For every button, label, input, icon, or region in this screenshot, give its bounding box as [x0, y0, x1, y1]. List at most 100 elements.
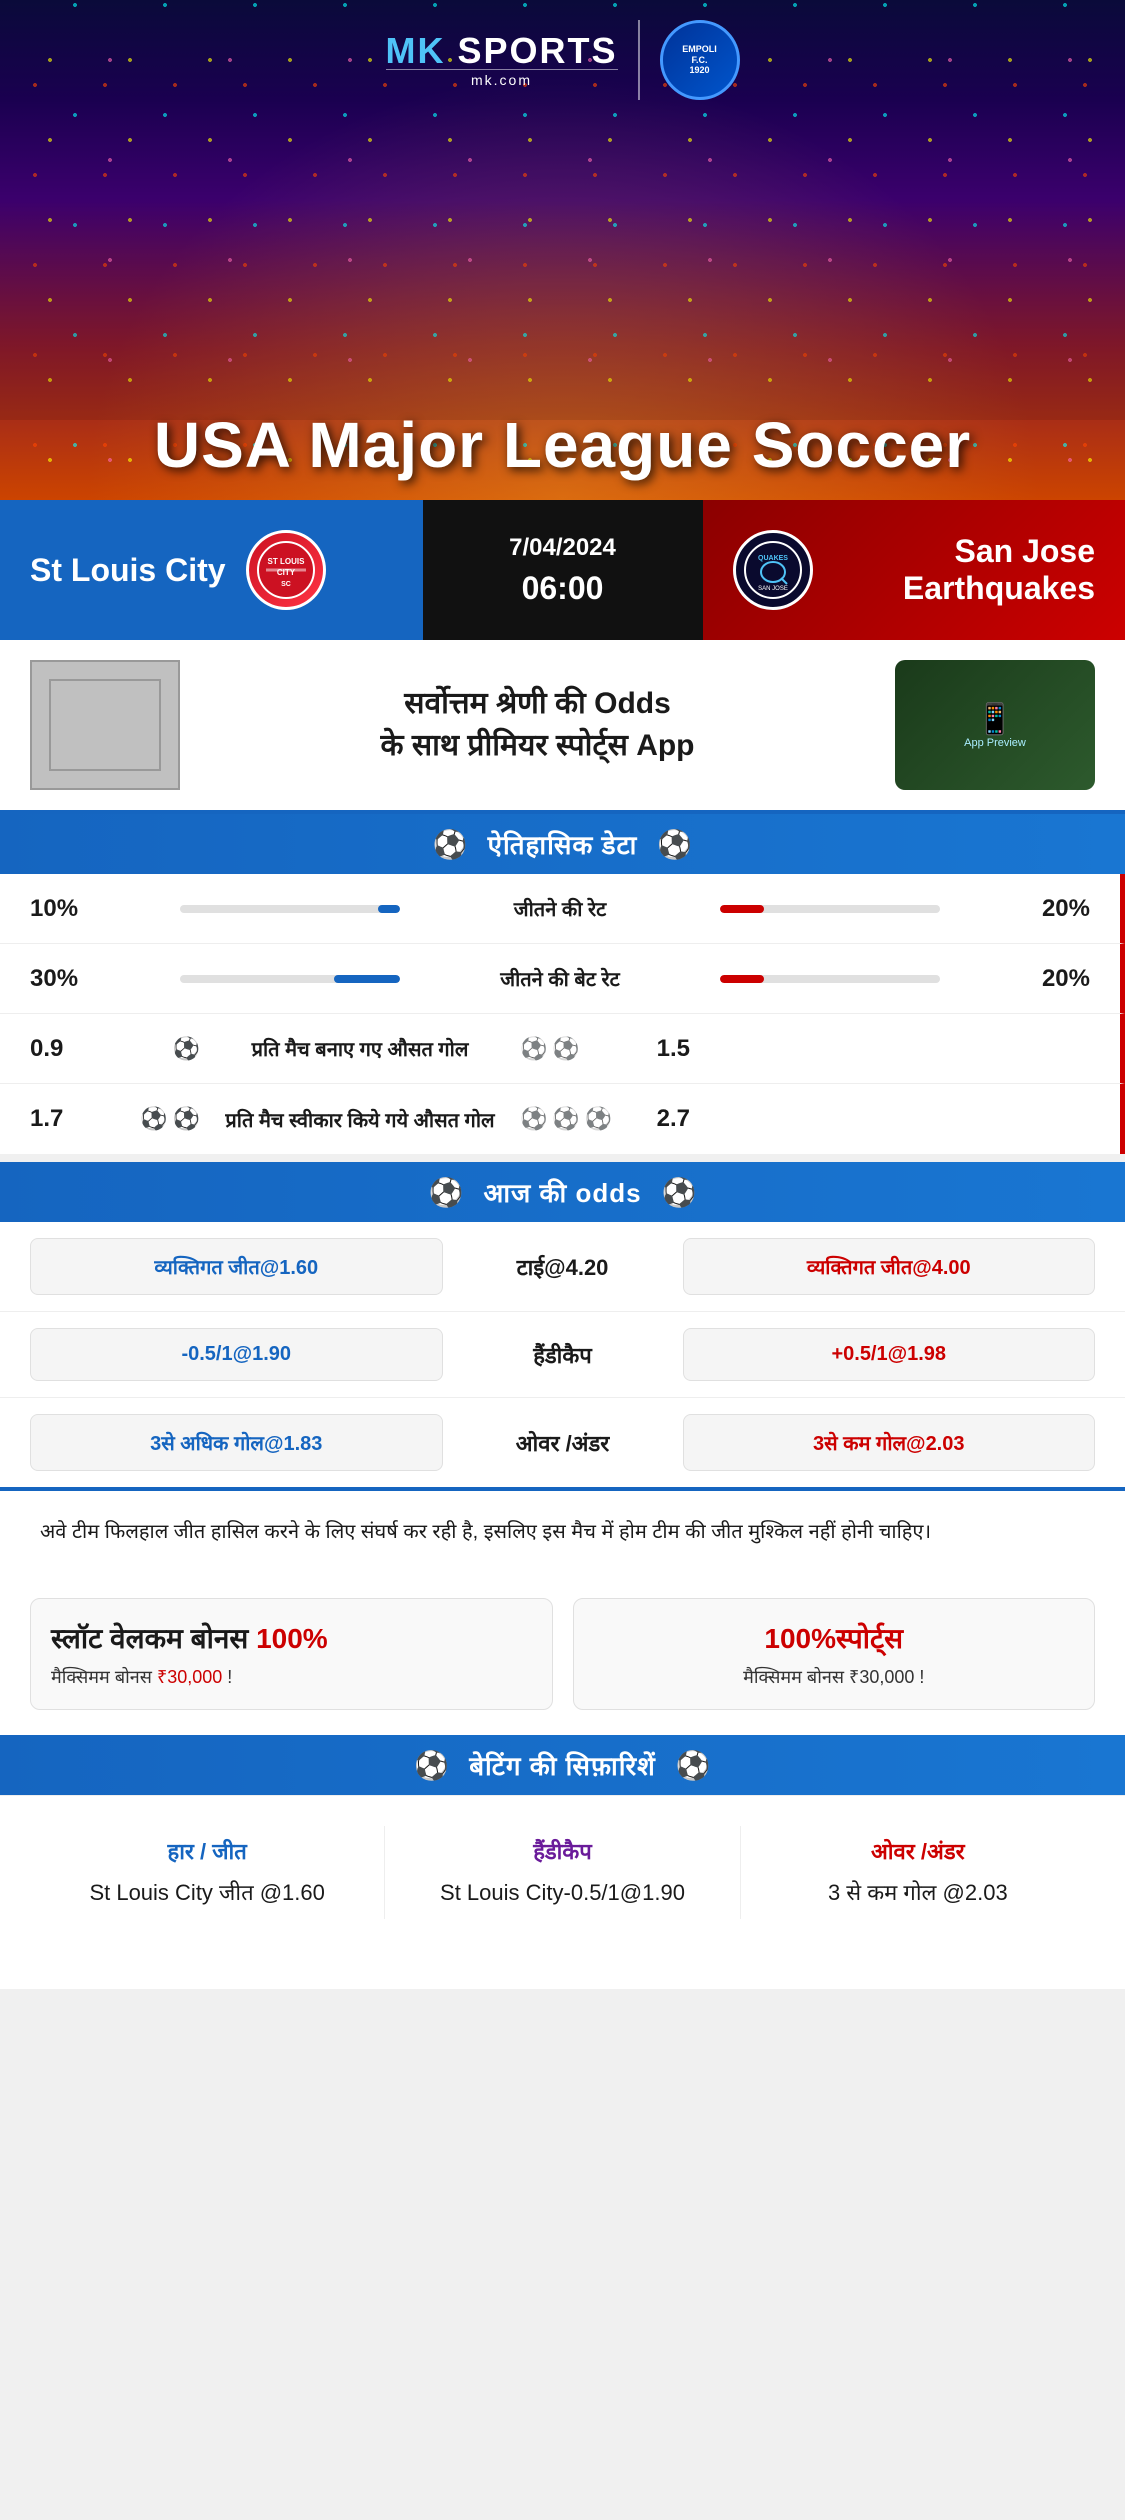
ball-icon-blue-3: ⚽ — [140, 1106, 167, 1132]
reco-overunder-value: 3 से कम गोल @2.03 — [761, 1876, 1075, 1909]
hero-title-area: USA Major League Soccer — [0, 410, 1125, 480]
empoli-badge: EMPOLIF.C.1920 — [660, 20, 740, 100]
odds-handicap-label: हैंडीकैप — [463, 1340, 663, 1370]
home-team-logo: ST LOUIS CITY SC — [246, 530, 326, 610]
analysis-text: अवे टीम फिलहाल जीत हासिल करने के लिए संघ… — [0, 1487, 1125, 1573]
match-center: 7/04/2024 06:00 — [423, 500, 703, 640]
stat-icons-right-goals-conceded: ⚽ ⚽ ⚽ — [520, 1106, 600, 1132]
bonus-sports-title: 100%स्पोर्ट्स — [594, 1619, 1075, 1657]
stat-bar-right-bet-rate — [720, 975, 1000, 983]
odds-row-overunder: 3से अधिक गोल@1.83 ओवर /अंडर 3से कम गोल@2… — [0, 1398, 1125, 1487]
reco-overunder-title: ओवर /अंडर — [761, 1836, 1075, 1866]
odds-tie-label: टाई@4.20 — [463, 1252, 663, 1282]
reco-col-handicap: हैंडीकैप St Louis City-0.5/1@1.90 — [385, 1826, 740, 1919]
stat-label-goals-scored: प्रति मैच बनाए गए औसत गोल — [220, 1035, 500, 1062]
odds-over[interactable]: 3से अधिक गोल@1.83 — [30, 1414, 443, 1471]
bonus-sports-sub: मैक्सिमम बोनस ₹30,000 ! — [594, 1665, 1075, 1689]
stat-bar-left-win-rate — [120, 905, 400, 913]
stat-icons-left-goals-scored: ⚽ — [120, 1036, 200, 1062]
away-team-section: QUAKES SAN JOSE San Jose Earthquakes — [703, 500, 1125, 640]
stat-left-bet-rate: 30% — [30, 965, 100, 993]
historical-section: 10% जीतने की रेट 20% 30% जीतने की बेट रे… — [0, 874, 1125, 1154]
odds-handicap-home[interactable]: -0.5/1@1.90 — [30, 1328, 443, 1381]
bar-track-left-2 — [180, 975, 400, 983]
odds-header: ⚽ आज की odds ⚽ — [0, 1162, 1125, 1222]
soccer-icon-right: ⚽ — [657, 828, 692, 861]
stat-label-goals-conceded: प्रति मैच स्वीकार किये गये औसत गोल — [220, 1106, 500, 1133]
odds-home-win[interactable]: व्यक्तिगत जीत@1.60 — [30, 1238, 443, 1295]
odds-away-win[interactable]: व्यक्तिगत जीत@4.00 — [683, 1238, 1096, 1295]
mk-logo-text: MK SPORTS — [385, 33, 617, 69]
reco-winloss-value: St Louis City जीत @1.60 — [50, 1876, 364, 1909]
stat-left-goals-scored: 0.9 — [30, 1035, 100, 1063]
odds-row-handicap: -0.5/1@1.90 हैंडीकैप +0.5/1@1.98 — [0, 1312, 1125, 1398]
hero-logos: MK SPORTS mk.com EMPOLIF.C.1920 — [385, 20, 739, 100]
bonus-slots-amount: ₹30,000 — [157, 1667, 222, 1687]
ball-icon-red-5: ⚽ — [585, 1106, 612, 1132]
svg-text:SAN JOSE: SAN JOSE — [758, 586, 788, 592]
odds-row-win: व्यक्तिगत जीत@1.60 टाई@4.20 व्यक्तिगत जी… — [0, 1222, 1125, 1312]
bottom-space — [0, 1949, 1125, 1989]
bonus-card-sports[interactable]: 100%स्पोर्ट्स मैक्सिमम बोनस ₹30,000 ! — [573, 1598, 1096, 1710]
odds-soccer-icon-right: ⚽ — [662, 1176, 697, 1209]
stat-label-bet-rate: जीतने की बेट रेट — [420, 965, 700, 992]
stat-left-goals-conceded: 1.7 — [30, 1105, 100, 1133]
analysis-content: अवे टीम फिलहाल जीत हासिल करने के लिए संघ… — [40, 1521, 931, 1543]
svg-text:QUAKES: QUAKES — [758, 555, 788, 562]
bonus-slots-title: स्लॉट वेलकम बोनस 100% — [51, 1619, 532, 1657]
historical-title: ऐतिहासिक डेटा — [488, 826, 638, 862]
svg-text:SC: SC — [281, 581, 291, 588]
bar-track-right-2 — [720, 975, 940, 983]
stat-bar-right-win-rate — [720, 905, 1000, 913]
odds-title: आज की odds — [483, 1174, 641, 1210]
reco-handicap-value: St Louis City-0.5/1@1.90 — [405, 1876, 719, 1909]
recommendations-header: ⚽ बेटिंग की सिफ़ारिशें ⚽ — [0, 1735, 1125, 1795]
reco-soccer-icon-left: ⚽ — [414, 1749, 449, 1782]
ball-icon-blue-1: ⚽ — [173, 1036, 200, 1062]
reco-winloss-title: हार / जीत — [50, 1836, 364, 1866]
stat-label-win-rate: जीतने की रेट — [420, 895, 700, 922]
svg-text:ST LOUIS: ST LOUIS — [267, 557, 305, 566]
home-team-section: St Louis City ST LOUIS CITY SC — [0, 500, 423, 640]
bar-track-left-1 — [180, 905, 400, 913]
ball-icon-red-1: ⚽ — [520, 1036, 547, 1062]
home-team-name: St Louis City — [30, 552, 226, 589]
stat-icons-right-goals-scored: ⚽ ⚽ — [520, 1036, 600, 1062]
stat-right-win-rate: 20% — [1020, 895, 1090, 923]
mk-logo: MK SPORTS mk.com — [385, 33, 617, 88]
soccer-icon-left: ⚽ — [433, 828, 468, 861]
match-bar: St Louis City ST LOUIS CITY SC 7/04/2024… — [0, 500, 1125, 640]
promo-text: सर्वोत्तम श्रेणी की Oddsके साथ प्रीमियर … — [200, 683, 875, 767]
promo-banner[interactable]: सर्वोत्तम श्रेणी की Oddsके साथ प्रीमियर … — [0, 640, 1125, 814]
historical-header: ⚽ ऐतिहासिक डेटा ⚽ — [0, 814, 1125, 874]
promo-image-placeholder — [30, 660, 180, 790]
reco-row: हार / जीत St Louis City जीत @1.60 हैंडीक… — [0, 1795, 1125, 1949]
match-date: 7/04/2024 — [509, 534, 616, 562]
bonus-card-slots[interactable]: स्लॉट वेलकम बोनस 100% मैक्सिमम बोनस ₹30,… — [30, 1598, 553, 1710]
bonus-slots-sub: मैक्सिमम बोनस ₹30,000 ! — [51, 1665, 532, 1689]
bar-fill-right-1 — [720, 905, 764, 913]
odds-under[interactable]: 3से कम गोल@2.03 — [683, 1414, 1096, 1471]
odds-soccer-icon-left: ⚽ — [429, 1176, 464, 1209]
stat-right-goals-scored: 1.5 — [620, 1035, 690, 1063]
stat-row-win-rate: 10% जीतने की रेट 20% — [0, 874, 1125, 944]
promo-main-text: सर्वोत्तम श्रेणी की Oddsके साथ प्रीमियर … — [200, 683, 875, 767]
bar-fill-right-2 — [720, 975, 764, 983]
match-time: 06:00 — [522, 570, 604, 607]
reco-col-winloss: हार / जीत St Louis City जीत @1.60 — [30, 1826, 385, 1919]
away-team-logo: QUAKES SAN JOSE — [733, 530, 813, 610]
stat-right-goals-conceded: 2.7 — [620, 1105, 690, 1133]
logo-divider — [638, 20, 640, 100]
hero-players-art — [0, 100, 1125, 420]
reco-soccer-icon-right: ⚽ — [676, 1749, 711, 1782]
reco-title: बेटिंग की सिफ़ारिशें — [469, 1747, 656, 1783]
odds-section: व्यक्तिगत जीत@1.60 टाई@4.20 व्यक्तिगत जी… — [0, 1222, 1125, 1487]
stat-row-bet-rate: 30% जीतने की बेट रेट 20% — [0, 944, 1125, 1014]
ball-icon-red-4: ⚽ — [552, 1106, 579, 1132]
odds-handicap-away[interactable]: +0.5/1@1.98 — [683, 1328, 1096, 1381]
ball-icon-red-3: ⚽ — [520, 1106, 547, 1132]
hero-title: USA Major League Soccer — [0, 410, 1125, 480]
bonus-section[interactable]: स्लॉट वेलकम बोनस 100% मैक्सिमम बोनस ₹30,… — [0, 1573, 1125, 1735]
promo-app-image: 📱 App Preview — [895, 660, 1095, 790]
bonus-slots-pct: 100% — [256, 1623, 328, 1654]
